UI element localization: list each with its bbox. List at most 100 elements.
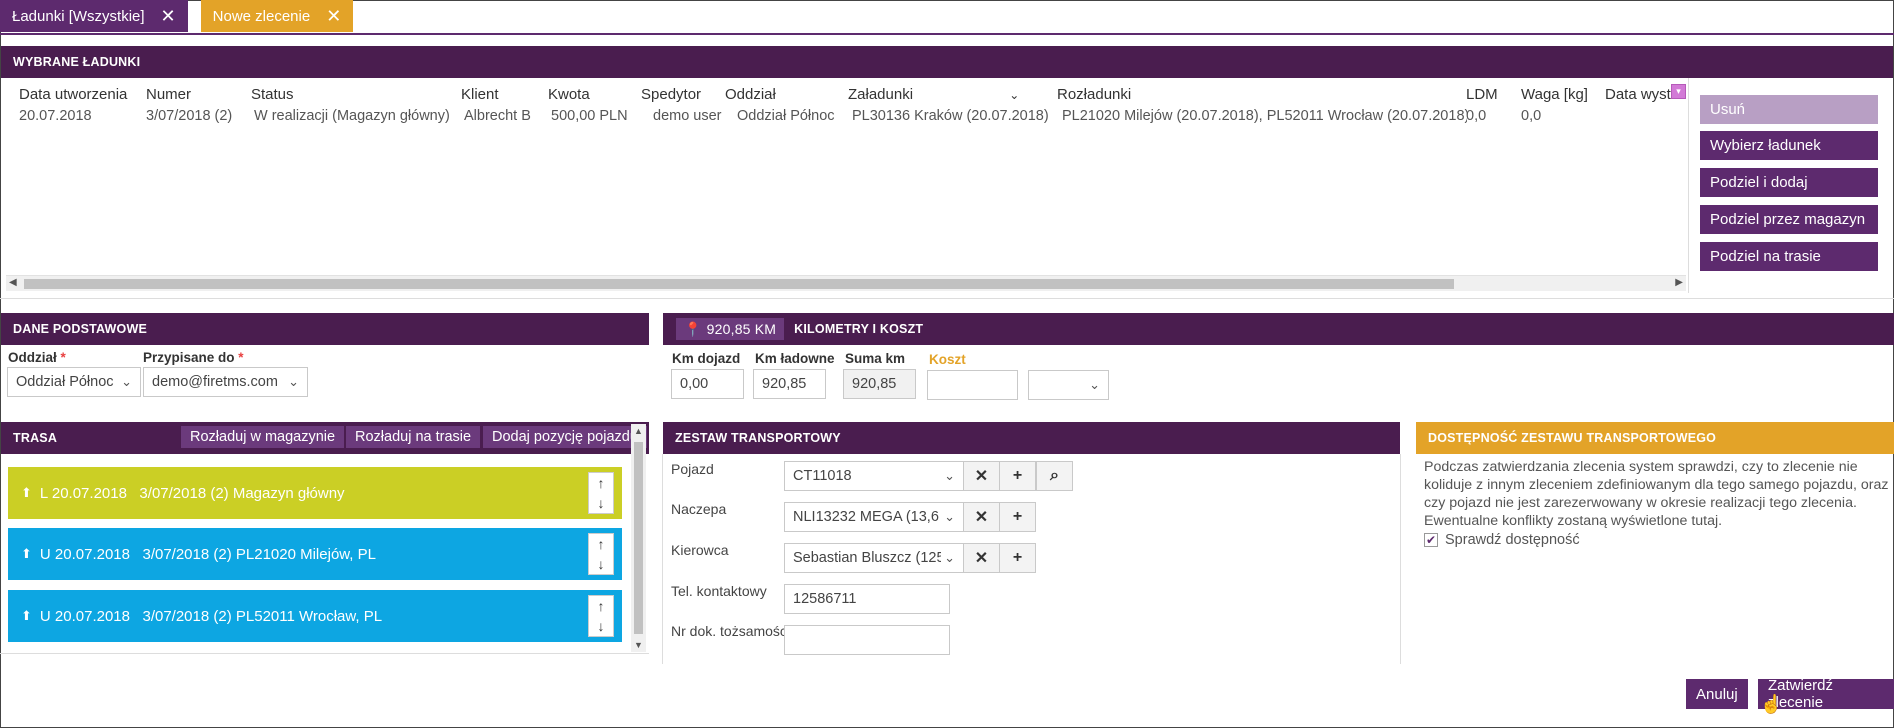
tab-ladunki[interactable]: Ładunki [Wszystkie] ✕: [0, 0, 188, 32]
add-vehicle-position-button[interactable]: Dodaj pozycję pojazdu: [483, 426, 647, 448]
column-header[interactable]: Waga [kg]: [1521, 86, 1596, 106]
close-icon[interactable]: ✕: [326, 7, 341, 25]
label-text: Przypisane do: [143, 350, 235, 365]
suma-km-field: 920,85: [843, 369, 916, 399]
select-value: NLI13232 MEGA (13,6: [793, 509, 939, 525]
section-title: WYBRANE ŁADUNKI: [13, 55, 141, 69]
koszt-input[interactable]: [927, 370, 1018, 400]
divider: [0, 298, 1894, 299]
column-header[interactable]: Data utworzenia: [19, 86, 139, 106]
add-vehicle-button[interactable]: +: [999, 461, 1036, 491]
table-cell: Oddział Północ: [737, 108, 835, 124]
column-header[interactable]: Kwota: [548, 86, 633, 106]
km-dojazd-input[interactable]: 0,00: [671, 369, 744, 399]
upload-icon: ⬆: [21, 485, 32, 500]
section-header-selected: WYBRANE ŁADUNKI: [1, 46, 1893, 78]
checkmark-icon[interactable]: ✔: [1424, 533, 1438, 547]
clear-driver-button[interactable]: ✕: [963, 543, 1000, 573]
driver-select[interactable]: Sebastian Bluszcz (125 ⌄: [784, 543, 964, 573]
search-vehicle-button[interactable]: ⌕: [1036, 461, 1073, 491]
arrow-down-icon[interactable]: ↓: [598, 618, 605, 634]
column-chooser-icon[interactable]: ▾: [1671, 84, 1686, 99]
currency-select[interactable]: ⌄: [1028, 370, 1109, 400]
scrollbar-thumb[interactable]: [634, 442, 643, 634]
scroll-down-icon[interactable]: ▼: [634, 640, 643, 650]
tab-nowe-zlecenie[interactable]: Nowe zlecenie ✕: [200, 0, 354, 32]
unload-warehouse-button[interactable]: Rozładuj w magazynie: [181, 426, 345, 448]
vehicle-select[interactable]: CT11018 ⌄: [784, 461, 964, 491]
tab-underline: [0, 33, 1894, 35]
section-header-km: 📍 920,85 KM KILOMETRY I KOSZT: [663, 313, 1894, 345]
button-label: Usuń: [1710, 101, 1746, 118]
select-load-button[interactable]: Wybierz ładunek: [1700, 131, 1878, 160]
arrow-down-icon[interactable]: ↓: [598, 495, 605, 511]
horizontal-scrollbar[interactable]: ◀ ▶: [6, 275, 1686, 291]
column-kwota: Kwota 500,00 PLN: [548, 86, 633, 124]
route-item[interactable]: ⬆ U 20.07.2018 3/07/2018 (2) PL52011 Wro…: [8, 590, 622, 642]
km-ladowne-input[interactable]: 920,85: [753, 369, 826, 399]
reorder-control: ↑ ↓: [588, 472, 614, 514]
route-item[interactable]: ⬆ U 20.07.2018 3/07/2018 (2) PL21020 Mil…: [8, 528, 622, 580]
column-header[interactable]: Załadunki ⌄: [848, 86, 1048, 106]
split-add-button[interactable]: Podziel i dodaj: [1700, 168, 1878, 197]
trailer-select[interactable]: NLI13232 MEGA (13,6 ⌄: [784, 502, 964, 532]
koszt-label: Koszt: [929, 352, 966, 367]
section-header-transport: ZESTAW TRANSPORTOWY: [663, 422, 1400, 454]
check-availability-checkbox[interactable]: ✔ Sprawdź dostępność: [1424, 532, 1580, 548]
hand-cursor-icon: ☝: [1760, 694, 1783, 714]
add-driver-button[interactable]: +: [999, 543, 1036, 573]
column-header[interactable]: Status: [251, 86, 451, 106]
table-cell: 20.07.2018: [19, 108, 92, 124]
table-cell: 0,0: [1521, 108, 1542, 124]
split-warehouse-button[interactable]: Podziel przez magazyn: [1700, 205, 1878, 234]
assigned-select[interactable]: demo@firetms.com ⌄: [143, 367, 308, 397]
button-label: Wybierz ładunek: [1710, 137, 1821, 154]
close-icon: ✕: [974, 468, 989, 485]
split-route-button[interactable]: Podziel na trasie: [1700, 242, 1878, 271]
cancel-button[interactable]: Anuluj: [1686, 679, 1748, 709]
scroll-right-icon[interactable]: ▶: [1675, 277, 1683, 288]
route-scrollbar[interactable]: ▲ ▼: [631, 424, 646, 652]
column-header[interactable]: Oddział: [725, 86, 835, 106]
chevron-down-icon: ⌄: [285, 374, 299, 390]
arrow-up-icon[interactable]: ↑: [598, 598, 605, 614]
button-label: Dodaj pozycję pojazdu: [492, 429, 638, 445]
branch-select[interactable]: Oddział Północ ⌄: [7, 367, 141, 397]
select-value: demo@firetms.com: [152, 374, 278, 390]
route-item[interactable]: ⬆ L 20.07.2018 3/07/2018 (2) Magazyn głó…: [8, 467, 622, 519]
scrollbar-thumb[interactable]: [24, 279, 1454, 289]
clear-vehicle-button[interactable]: ✕: [963, 461, 1000, 491]
add-trailer-button[interactable]: +: [999, 502, 1036, 532]
column-header[interactable]: Rozładunki: [1057, 86, 1467, 106]
selected-table: Data utworzenia 20.07.2018 Numer 3/07/20…: [8, 86, 1688, 126]
column-data-utworzenia: Data utworzenia 20.07.2018: [19, 86, 139, 124]
checkbox-label: Sprawdź dostępność: [1445, 532, 1580, 548]
section-title: KILOMETRY I KOSZT: [794, 322, 924, 336]
scroll-left-icon[interactable]: ◀: [9, 277, 17, 288]
clear-trailer-button[interactable]: ✕: [963, 502, 1000, 532]
column-header[interactable]: LDM: [1466, 86, 1506, 106]
km-badge-value: 920,85 KM: [706, 321, 777, 337]
table-cell: demo user: [653, 108, 722, 124]
divider: [1688, 78, 1689, 293]
arrow-up-icon[interactable]: ↑: [598, 536, 605, 552]
column-header[interactable]: Klient: [461, 86, 533, 106]
column-header[interactable]: Spedytor: [641, 86, 723, 106]
plus-icon: +: [1012, 508, 1023, 525]
tab-label: Ładunki [Wszystkie]: [12, 7, 145, 25]
plus-icon: +: [1012, 467, 1023, 484]
phone-input[interactable]: 12586711: [784, 584, 950, 614]
km-badge: 📍 920,85 KM: [676, 318, 785, 340]
chevron-down-icon[interactable]: ⌄: [1009, 88, 1019, 102]
close-icon[interactable]: ✕: [161, 7, 176, 25]
delete-button[interactable]: Usuń: [1700, 95, 1878, 124]
arrow-down-icon[interactable]: ↓: [598, 556, 605, 572]
scroll-up-icon[interactable]: ▲: [634, 426, 643, 436]
arrow-up-icon[interactable]: ↑: [598, 475, 605, 491]
id-doc-input[interactable]: [784, 625, 950, 655]
column-header[interactable]: Numer: [146, 86, 241, 106]
section-title: DANE PODSTAWOWE: [13, 322, 148, 336]
divider: [1400, 454, 1401, 664]
unload-route-button[interactable]: Rozładuj na trasie: [346, 426, 481, 448]
close-icon: ✕: [974, 550, 989, 567]
